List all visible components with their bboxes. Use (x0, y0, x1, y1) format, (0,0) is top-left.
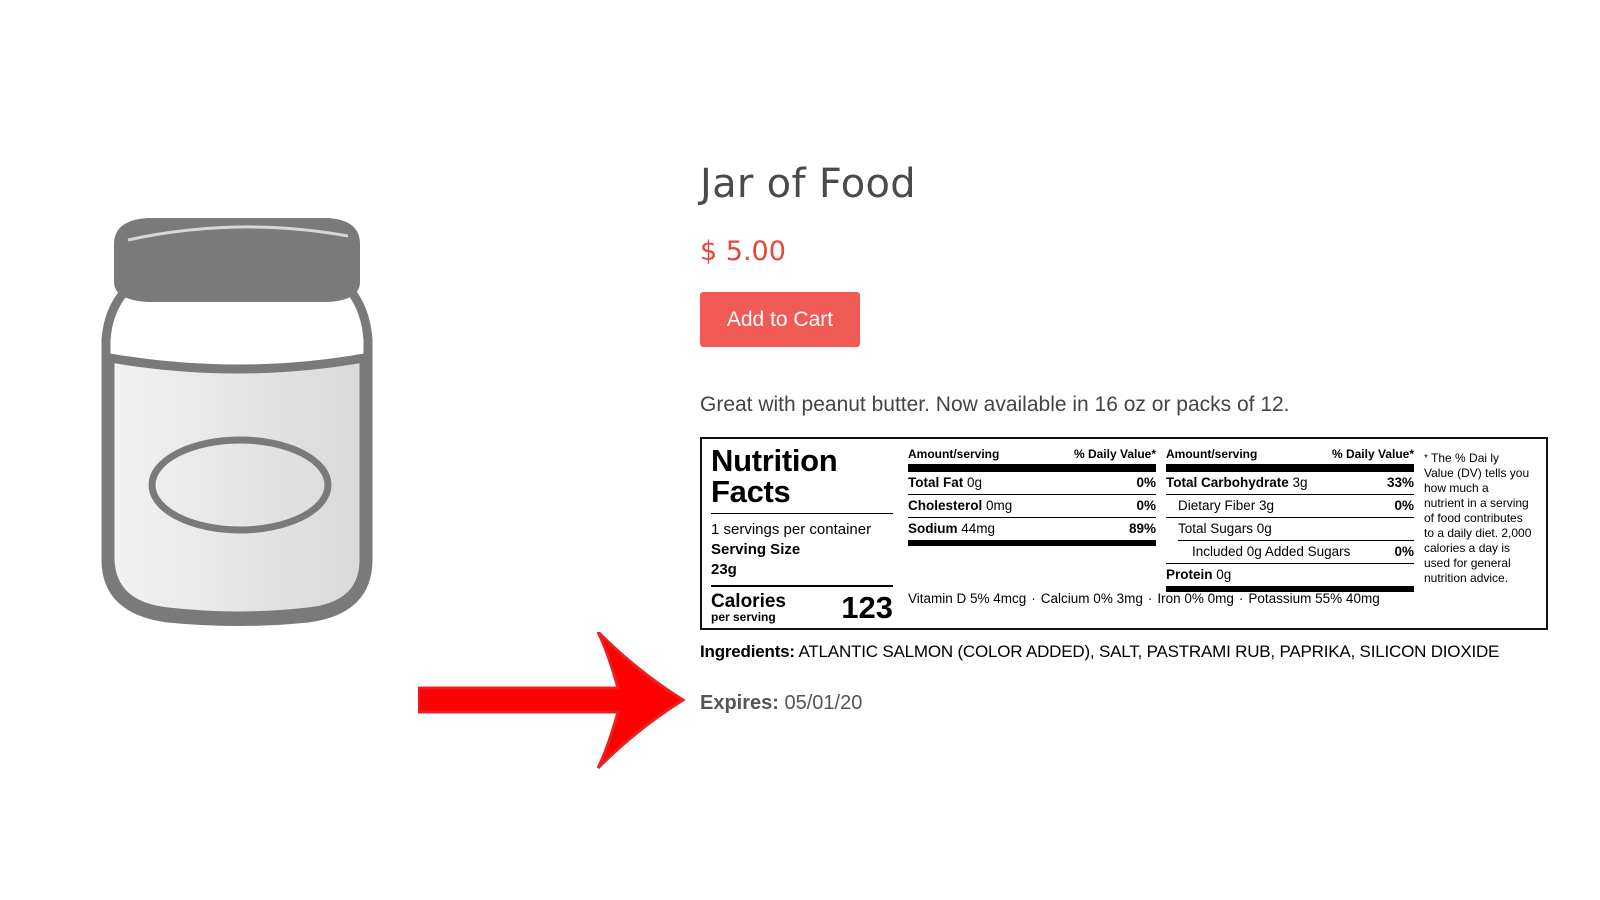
divider-thick (1166, 464, 1414, 472)
nutrient-name: Total Fat (908, 475, 964, 490)
divider (711, 513, 893, 514)
product-image-jar (101, 218, 373, 626)
separator: · (1238, 591, 1244, 606)
nutrient-name: Total Sugars 0g (1178, 521, 1272, 536)
calories-label: Calories (711, 591, 786, 612)
nutrient-dv: 33% (1386, 475, 1414, 490)
expires-label: Expires: (700, 692, 779, 714)
column-header: Amount/serving % Daily Value* (908, 447, 1156, 464)
vitamin-item: Calcium 0% 3mg (1040, 591, 1143, 606)
footnote-text: The % Dai ly Value (DV) tells you how mu… (1424, 451, 1532, 585)
arrow-icon (418, 632, 686, 770)
product-description: Great with peanut butter. Now available … (700, 393, 1290, 416)
red-arrow-annotation (418, 632, 686, 770)
header-amount: Amount/serving (1166, 447, 1258, 461)
add-to-cart-button[interactable]: Add to Cart (700, 292, 860, 347)
nutrient-column-1: Amount/serving % Daily Value* Total Fat … (908, 447, 1156, 546)
product-details: Jar of Food $ 5.00 Add to Cart Great wit… (700, 160, 1560, 417)
vitamins-row: Vitamin D 5% 4mcg · Calcium 0% 3mg · Iron 0%… (908, 591, 1380, 606)
nutrient-dv: 0% (1136, 498, 1156, 513)
vitamin-item: Vitamin D 5% 4mcg (908, 591, 1027, 606)
separator: · (1147, 591, 1153, 606)
nutrient-dv: 0% (1394, 498, 1414, 513)
header-daily-value: % Daily Value* (1331, 447, 1414, 461)
nutrient-amount: 0g (1216, 567, 1232, 582)
nutrient-row: Total Sugars 0g (1166, 518, 1414, 540)
serving-size-label: Serving Size (711, 541, 801, 558)
nutrition-title-line1: Nutrition (711, 443, 838, 478)
serving-size-value: 23g (711, 561, 737, 578)
nutrient-name: Protein (1166, 567, 1213, 582)
nutrient-dv: 0% (1394, 544, 1414, 559)
ingredients-value: ATLANTIC SALMON (COLOR ADDED), SALT, PAS… (798, 642, 1500, 661)
calories-sub: per serving (711, 610, 776, 624)
servings-per-container: 1 servings per container (711, 521, 872, 538)
product-title: Jar of Food (700, 161, 916, 207)
calories-row: Calories per serving 123 (711, 590, 893, 625)
nutrient-column-2: Amount/serving % Daily Value* Total Carb… (1166, 447, 1414, 592)
header-amount: Amount/serving (908, 447, 1000, 461)
footnote-star: * (1424, 453, 1428, 464)
ingredients-label: Ingredients: (700, 642, 795, 661)
daily-value-footnote: * The % Dai ly Value (DV) tells you how … (1424, 451, 1532, 586)
nutrient-row: Protein 0g (1166, 564, 1414, 592)
nutrient-name: Cholesterol (908, 498, 983, 513)
nutrition-title-line2: Facts (711, 474, 791, 509)
header-daily-value: % Daily Value* (1073, 447, 1156, 461)
nutrient-name: Total Carbohydrate (1166, 475, 1289, 490)
nutrient-row: Included 0g Added Sugars 0% (1166, 541, 1414, 564)
nutrient-row: Sodium 44mg 89% (908, 518, 1156, 546)
divider (711, 585, 893, 587)
nutrient-name: Dietary Fiber 3g (1178, 498, 1275, 513)
nutrient-dv: 89% (1128, 521, 1156, 536)
separator: · (1031, 591, 1036, 606)
nutrition-facts-label: Nutrition Facts 1 servings per container… (700, 437, 1548, 630)
expires-value: 05/01/20 (784, 692, 863, 714)
nutrient-amount: 0g (967, 475, 983, 490)
jar-icon (101, 218, 373, 626)
nutrient-row: Cholesterol 0mg 0% (908, 495, 1156, 518)
nutrient-dv: 0% (1136, 475, 1156, 490)
nutrient-name: Sodium (908, 521, 958, 536)
ingredients: Ingredients: ATLANTIC SALMON (COLOR ADDE… (700, 642, 1499, 662)
product-price: $ 5.00 (700, 236, 786, 267)
nutrient-row: Dietary Fiber 3g 0% (1166, 495, 1414, 518)
nutrient-amount: 3g (1292, 475, 1308, 490)
nutrient-name: Included 0g Added Sugars (1192, 544, 1351, 559)
nutrient-row: Total Carbohydrate 3g 33% (1166, 472, 1414, 495)
calories-value: 123 (841, 590, 893, 625)
nutrition-title: Nutrition Facts (711, 445, 893, 507)
nutrition-summary: Nutrition Facts 1 servings per container… (711, 445, 893, 623)
nutrient-row: Total Fat 0g 0% (908, 472, 1156, 495)
column-header: Amount/serving % Daily Value* (1166, 447, 1414, 464)
nutrient-amount: 44mg (961, 521, 996, 536)
expiration: Expires: 05/01/20 (700, 692, 862, 715)
vitamin-item: Potassium 55% 40mg (1248, 591, 1380, 606)
vitamin-item: Iron 0% 0mg (1157, 591, 1234, 606)
nutrient-amount: 0mg (986, 498, 1013, 513)
divider-thick (908, 464, 1156, 472)
